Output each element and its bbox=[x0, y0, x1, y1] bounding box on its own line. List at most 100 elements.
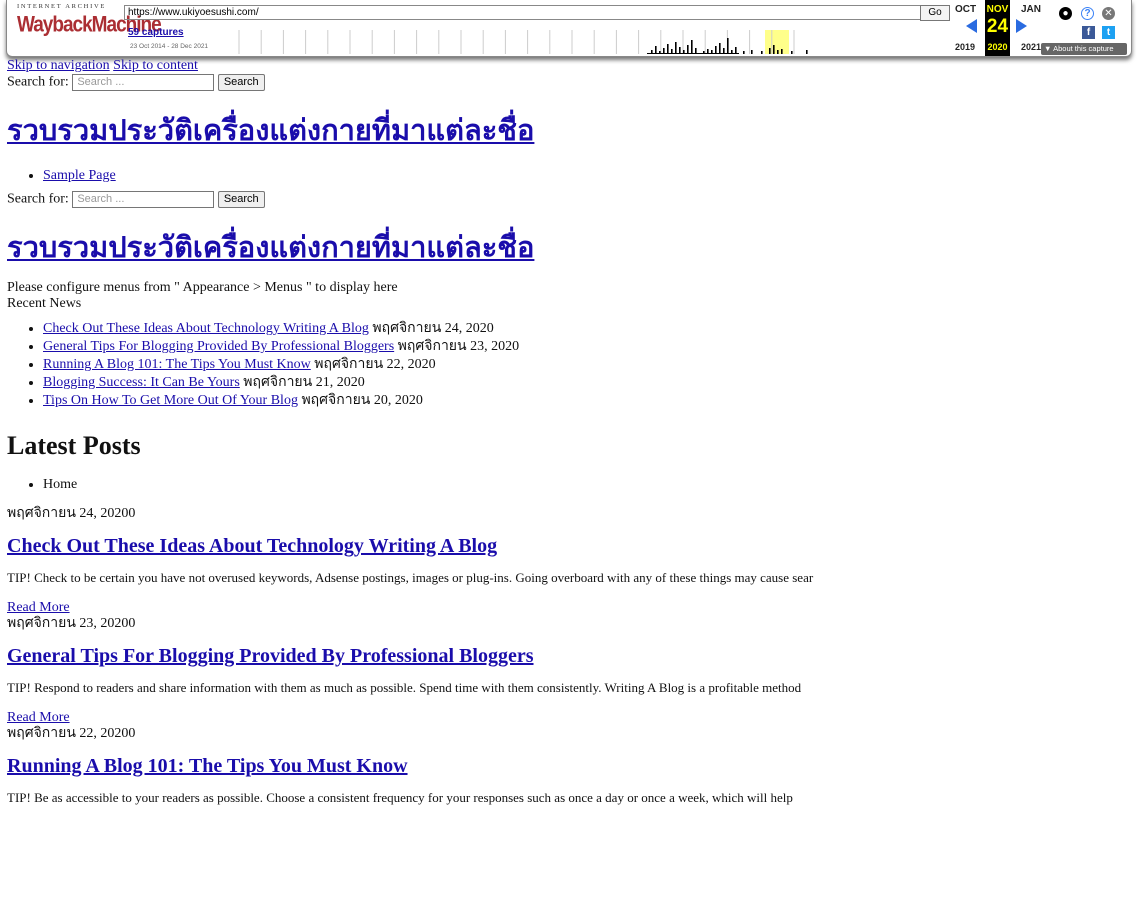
sparkline-bar bbox=[679, 47, 681, 54]
site-title-link[interactable]: รวบรวมประวัติเครื่องแต่งกายที่มาแต่ละชื่… bbox=[7, 113, 534, 147]
page-content: Skip to navigation Skip to content Searc… bbox=[7, 58, 1127, 806]
post-meta: พฤศจิกายน 24, 20200 bbox=[7, 506, 136, 521]
sparkline-bar bbox=[675, 42, 677, 54]
prev-capture-arrow-icon[interactable] bbox=[966, 19, 977, 33]
current-month-label: NOV bbox=[986, 4, 1009, 15]
recent-news-date: พฤศจิกายน 23, 2020 bbox=[394, 339, 520, 354]
latest-posts-heading: Latest Posts bbox=[7, 431, 141, 460]
sparkline-bar bbox=[687, 45, 689, 54]
captures-link[interactable]: 59 captures bbox=[128, 27, 184, 38]
capture-sparkline[interactable] bbox=[231, 30, 944, 54]
captures-date-range: 23 Oct 2014 - 28 Dec 2021 bbox=[130, 43, 209, 50]
sparkline-bar bbox=[777, 50, 779, 54]
sparkline-bar bbox=[806, 50, 808, 54]
recent-news-link[interactable]: General Tips For Blogging Provided By Pr… bbox=[43, 339, 394, 354]
recent-news-date: พฤศจิกายน 20, 2020 bbox=[297, 393, 423, 408]
list-item: General Tips For Blogging Provided By Pr… bbox=[43, 338, 1127, 356]
post-excerpt: TIP! Check to be certain you have not ov… bbox=[7, 570, 814, 585]
search-input-top[interactable]: Search ... bbox=[72, 74, 215, 91]
sparkline-bar bbox=[761, 51, 763, 54]
post-title-link[interactable]: Running A Blog 101: The Tips You Must Kn… bbox=[7, 755, 408, 777]
menu-item-sample-page: Sample Page bbox=[43, 167, 1127, 185]
sparkline-bar bbox=[727, 38, 729, 54]
read-more-wrap: Read More bbox=[7, 600, 1127, 616]
post-title: Check Out These Ideas About Technology W… bbox=[7, 534, 1127, 558]
recent-news-link[interactable]: Check Out These Ideas About Technology W… bbox=[43, 321, 369, 336]
sample-page-link[interactable]: Sample Page bbox=[43, 168, 116, 183]
read-more-link[interactable]: Read More bbox=[7, 710, 70, 725]
read-more-link[interactable]: Read More bbox=[7, 600, 70, 615]
wayback-url-input[interactable]: https://www.ukiyoesushi.com/ bbox=[124, 5, 921, 20]
skip-links: Skip to navigation Skip to content bbox=[7, 58, 1127, 74]
prev-month-label[interactable]: OCT bbox=[955, 4, 976, 15]
twitter-share-icon[interactable]: t bbox=[1102, 26, 1115, 39]
sparkline-bar bbox=[781, 49, 783, 54]
next-year-label[interactable]: 2021 bbox=[1021, 42, 1041, 52]
close-icon[interactable]: ✕ bbox=[1102, 7, 1115, 20]
site-title-header: รวบรวมประวัติเครื่องแต่งกายที่มาแต่ละชื่… bbox=[7, 111, 1127, 149]
sparkline-bar bbox=[769, 48, 771, 54]
primary-menu: Sample Page bbox=[7, 167, 1127, 185]
skip-to-navigation-link[interactable]: Skip to navigation bbox=[7, 58, 110, 73]
sparkline-bar bbox=[719, 43, 721, 54]
user-account-icon[interactable]: ● bbox=[1059, 7, 1072, 20]
facebook-share-icon[interactable]: f bbox=[1082, 26, 1095, 39]
recent-news-date: พฤศจิกายน 24, 2020 bbox=[368, 321, 494, 336]
wayback-machine-label: WaybackMachine bbox=[17, 13, 162, 38]
sparkline-bar bbox=[791, 51, 793, 54]
menu-notice: Please configure menus from " Appearance… bbox=[7, 280, 398, 295]
search-input-second[interactable]: Search ... bbox=[72, 191, 215, 208]
sparkline-bar bbox=[735, 47, 737, 54]
sparkline-bar bbox=[715, 46, 717, 54]
post-title: General Tips For Blogging Provided By Pr… bbox=[7, 644, 1127, 668]
search-button-top[interactable]: Search bbox=[217, 74, 265, 91]
recent-news-date: พฤศจิกายน 21, 2020 bbox=[239, 375, 365, 390]
current-year-label: 2020 bbox=[987, 42, 1008, 52]
site-title-link-secondary[interactable]: รวบรวมประวัติเครื่องแต่งกายที่มาแต่ละชื่… bbox=[7, 230, 534, 264]
recent-news-heading: Recent News bbox=[7, 296, 82, 311]
sparkline-bar bbox=[655, 46, 657, 54]
wayback-toolbar: INTERNET ARCHIVE WaybackMachine https://… bbox=[6, 0, 1132, 57]
help-icon[interactable]: ? bbox=[1081, 7, 1094, 20]
recent-news-link[interactable]: Tips On How To Get More Out Of Your Blog bbox=[43, 393, 298, 408]
post-meta: พฤศจิกายน 22, 20200 bbox=[7, 726, 136, 741]
post-title-link[interactable]: Check Out These Ideas About Technology W… bbox=[7, 535, 497, 557]
skip-to-content-link[interactable]: Skip to content bbox=[113, 58, 198, 73]
search-button-second[interactable]: Search bbox=[217, 191, 265, 208]
next-month-label[interactable]: JAN bbox=[1021, 4, 1041, 15]
internet-archive-label: INTERNET ARCHIVE bbox=[17, 3, 107, 10]
list-item: Check Out These Ideas About Technology W… bbox=[43, 320, 1127, 338]
post-excerpt: TIP! Respond to readers and share inform… bbox=[7, 680, 802, 695]
about-capture-button[interactable]: ▼ About this capture bbox=[1041, 43, 1127, 55]
sparkline-bar bbox=[743, 51, 745, 54]
post-title: Running A Blog 101: The Tips You Must Kn… bbox=[7, 754, 1127, 778]
sparkline-bar bbox=[691, 40, 693, 54]
sparkline-bar bbox=[773, 45, 775, 54]
breadcrumb: Home bbox=[7, 476, 1127, 494]
search-form-second: Search for: Search ... Search bbox=[7, 191, 1127, 208]
post-excerpt: TIP! Be as accessible to your readers as… bbox=[7, 790, 793, 805]
breadcrumb-home: Home bbox=[43, 476, 1127, 494]
sparkline-year-dividers bbox=[238, 30, 795, 54]
recent-news-date: พฤศจิกายน 22, 2020 bbox=[310, 357, 436, 372]
post-title-link[interactable]: General Tips For Blogging Provided By Pr… bbox=[7, 645, 534, 667]
prev-year-label[interactable]: 2019 bbox=[955, 42, 975, 52]
list-item: Running A Blog 101: The Tips You Must Kn… bbox=[43, 356, 1127, 374]
wayback-logo[interactable]: INTERNET ARCHIVE WaybackMachine bbox=[17, 3, 162, 38]
recent-news-link[interactable]: Blogging Success: It Can Be Yours bbox=[43, 375, 240, 390]
current-capture-date: NOV 24 2020 bbox=[985, 0, 1010, 56]
list-item: Blogging Success: It Can Be Yours พฤศจิก… bbox=[43, 374, 1127, 392]
recent-news-list: Check Out These Ideas About Technology W… bbox=[7, 320, 1127, 410]
recent-news-link[interactable]: Running A Blog 101: The Tips You Must Kn… bbox=[43, 357, 311, 372]
search-form-top: Search for: Search ... Search bbox=[7, 74, 1127, 91]
wayback-go-button[interactable]: Go bbox=[920, 5, 950, 21]
post-meta: พฤศจิกายน 23, 20200 bbox=[7, 616, 136, 631]
sparkline-bar bbox=[751, 50, 753, 54]
next-capture-arrow-icon[interactable] bbox=[1016, 19, 1027, 33]
current-day-label: 24 bbox=[986, 16, 1009, 37]
sparkline-bar bbox=[667, 44, 669, 54]
search-label: Search for: bbox=[7, 191, 69, 207]
read-more-wrap: Read More bbox=[7, 710, 1127, 726]
search-label: Search for: bbox=[7, 74, 69, 90]
list-item: Tips On How To Get More Out Of Your Blog… bbox=[43, 392, 1127, 410]
